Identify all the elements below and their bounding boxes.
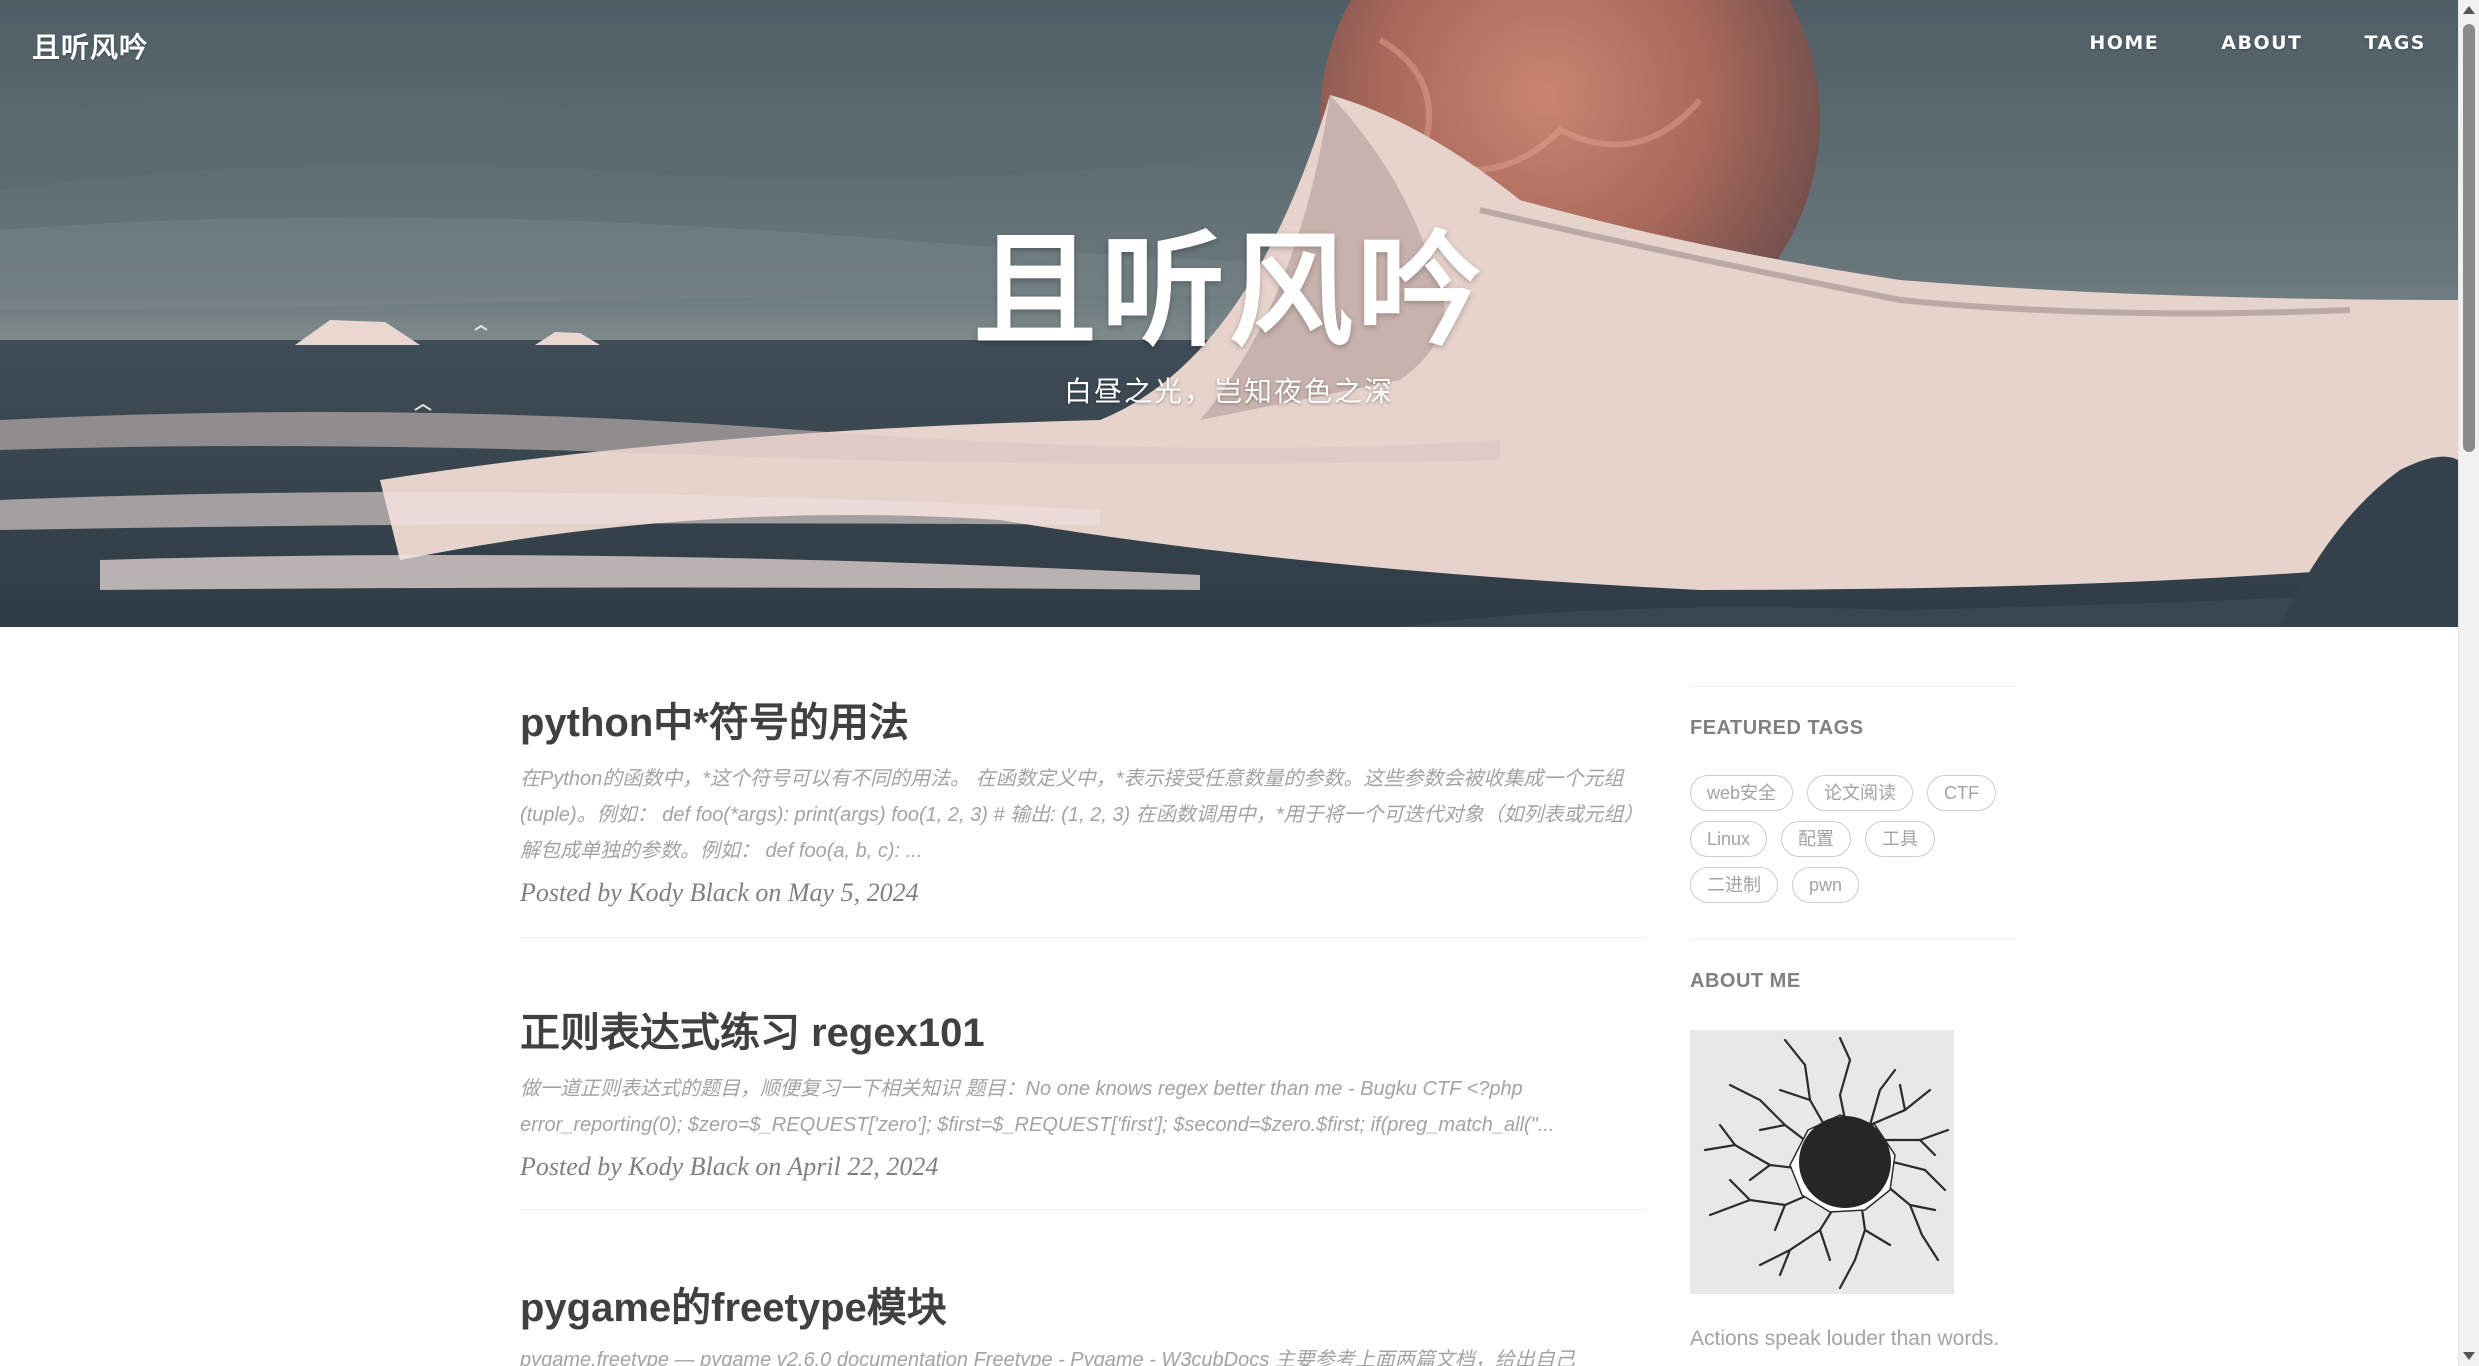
scroll-down-arrow-icon[interactable] — [2463, 1352, 2475, 1360]
sidebar-divider — [1690, 686, 2016, 687]
navbar: 且听风吟 HOME ABOUT TAGS — [0, 0, 2458, 90]
sidebar-divider — [1690, 939, 2016, 940]
scrollbar-thumb[interactable] — [2463, 24, 2475, 452]
tag-link[interactable]: 二进制 — [1690, 867, 1778, 903]
about-text: Actions speak louder than words. — [1690, 1327, 2000, 1350]
post-title-link[interactable]: python中*符号的用法 — [520, 699, 1645, 747]
post-meta: Posted by Kody Black on May 5, 2024 — [520, 878, 919, 907]
hero-subtitle: 白昼之光，岂知夜色之深 — [1063, 375, 1394, 408]
nav-home-link[interactable]: HOME — [2089, 32, 2159, 54]
tag-link[interactable]: 工具 — [1865, 821, 1936, 857]
post-excerpt[interactable]: pygame.freetype — pygame v2.6.0 document… — [520, 1342, 1645, 1366]
tag-link[interactable]: 论文阅读 — [1807, 775, 1914, 811]
vertical-scrollbar[interactable] — [2458, 0, 2479, 1366]
page: 且听风吟 HOME ABOUT TAGS 且听风吟 白昼之光，岂知夜色之深 py… — [0, 0, 2479, 1366]
post-preview: python中*符号的用法 在Python的函数中，*这个符号可以有不同的用法。… — [520, 699, 1645, 938]
post-preview: 正则表达式练习 regex101 做一道正则表达式的题目，顺便复习一下相关知识 … — [520, 1009, 1645, 1210]
avatar — [1690, 1030, 1954, 1294]
featured-tags-heading: FEATURED TAGS — [1690, 717, 1864, 739]
post-excerpt[interactable]: 做一道正则表达式的题目，顺便复习一下相关知识 题目：No one knows r… — [520, 1071, 1645, 1143]
hero-title: 且听风吟 — [972, 220, 1485, 364]
tag-link[interactable]: 配置 — [1781, 821, 1852, 857]
tag-link[interactable]: CTF — [1927, 775, 1997, 811]
post-title-link[interactable]: pygame的freetype模块 — [520, 1284, 1645, 1332]
scroll-up-arrow-icon[interactable] — [2463, 6, 2475, 14]
tag-cloud: web安全 论文阅读 CTF Linux 配置 工具 二进制 pwn — [1690, 775, 2016, 903]
tag-link[interactable]: Linux — [1690, 821, 1768, 857]
post-preview: pygame的freetype模块 pygame.freetype — pyga… — [520, 1284, 1645, 1366]
nav-tags-link[interactable]: TAGS — [2365, 32, 2426, 54]
about-me-heading: ABOUT ME — [1690, 970, 1801, 992]
cracked-hole-icon — [1690, 1030, 1954, 1294]
nav-about-link[interactable]: ABOUT — [2221, 32, 2302, 54]
tag-link[interactable]: pwn — [1792, 867, 1860, 903]
tag-link[interactable]: web安全 — [1690, 775, 1794, 811]
post-title-link[interactable]: 正则表达式练习 regex101 — [520, 1009, 1645, 1057]
hero-heading: 且听风吟 白昼之光，岂知夜色之深 — [0, 218, 2458, 410]
brand-link[interactable]: 且听风吟 — [32, 26, 148, 66]
nav-links: HOME ABOUT TAGS — [2089, 32, 2426, 54]
post-meta: Posted by Kody Black on April 22, 2024 — [520, 1152, 939, 1181]
hero-banner: 且听风吟 HOME ABOUT TAGS 且听风吟 白昼之光，岂知夜色之深 — [0, 0, 2458, 627]
post-excerpt[interactable]: 在Python的函数中，*这个符号可以有不同的用法。 在函数定义中，*表示接受任… — [520, 761, 1645, 869]
